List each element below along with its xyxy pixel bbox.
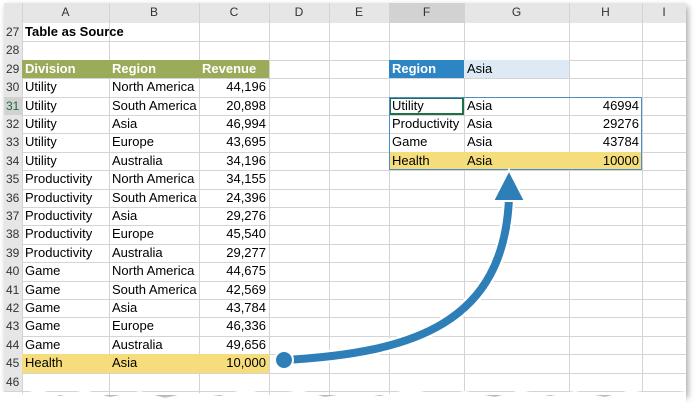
- source-cell[interactable]: 20,898: [199, 97, 269, 115]
- source-cell[interactable]: Asia: [109, 299, 199, 317]
- row-header-42[interactable]: 42: [4, 299, 22, 318]
- select-all-corner[interactable]: [4, 3, 22, 23]
- row-header-34[interactable]: 34: [4, 151, 22, 171]
- source-cell[interactable]: Asia: [109, 354, 199, 373]
- source-cell[interactable]: 10,000: [199, 354, 269, 373]
- source-cell[interactable]: Australia: [109, 244, 199, 262]
- gridline: [4, 372, 686, 374]
- source-cell[interactable]: Productivity: [22, 244, 109, 262]
- row-header-38[interactable]: 38: [4, 225, 22, 244]
- source-cell[interactable]: 45,540: [199, 225, 269, 243]
- source-cell[interactable]: 42,569: [199, 281, 269, 299]
- source-cell[interactable]: Game: [22, 281, 109, 299]
- source-header-revenue[interactable]: Revenue: [199, 59, 269, 79]
- source-cell[interactable]: South America: [109, 281, 199, 299]
- filter-value[interactable]: Asia: [464, 59, 569, 79]
- spreadsheet: A B C D E F G H I 27 28 29 30 31 32 33 34 35 36 37 38 39 40 41 4…: [4, 3, 686, 395]
- source-cell[interactable]: Asia: [109, 207, 199, 225]
- torn-edge: [0, 389, 686, 411]
- column-header-F[interactable]: F: [389, 3, 464, 23]
- source-cell[interactable]: 29,277: [199, 244, 269, 262]
- column-header-B[interactable]: B: [109, 3, 199, 23]
- source-cell[interactable]: South America: [109, 97, 199, 115]
- row-header-30[interactable]: 30: [4, 78, 22, 97]
- source-cell[interactable]: 43,695: [199, 133, 269, 151]
- result-table-border: [389, 96, 642, 171]
- source-cell[interactable]: Utility: [22, 78, 109, 96]
- column-header-I[interactable]: I: [642, 3, 686, 23]
- row-header-33[interactable]: 33: [4, 133, 22, 152]
- source-cell[interactable]: Health: [22, 354, 109, 373]
- source-cell[interactable]: Australia: [109, 152, 199, 170]
- source-cell[interactable]: Utility: [22, 133, 109, 151]
- source-cell[interactable]: North America: [109, 262, 199, 280]
- source-cell[interactable]: Productivity: [22, 170, 109, 188]
- row-header-31[interactable]: 31: [4, 96, 22, 115]
- row-header-39[interactable]: 39: [4, 243, 22, 263]
- source-cell[interactable]: 46,336: [199, 317, 269, 335]
- source-cell[interactable]: Game: [22, 317, 109, 335]
- row-header-28[interactable]: 28: [4, 41, 22, 60]
- source-cell[interactable]: Utility: [22, 115, 109, 133]
- source-cell[interactable]: 49,656: [199, 336, 269, 354]
- row-header-43[interactable]: 43: [4, 317, 22, 336]
- source-cell[interactable]: 43,784: [199, 299, 269, 317]
- source-cell[interactable]: Game: [22, 262, 109, 280]
- arrow-head: [491, 167, 527, 202]
- source-cell[interactable]: Productivity: [22, 189, 109, 207]
- source-header-division[interactable]: Division: [22, 59, 109, 79]
- source-cell[interactable]: 34,155: [199, 170, 269, 188]
- column-header-A[interactable]: A: [22, 3, 109, 23]
- column-header-H[interactable]: H: [569, 3, 642, 23]
- source-cell[interactable]: North America: [109, 170, 199, 188]
- column-header-D[interactable]: D: [269, 3, 329, 23]
- source-cell[interactable]: 44,196: [199, 78, 269, 96]
- row-header-29[interactable]: 29: [4, 59, 22, 79]
- source-cell[interactable]: Asia: [109, 115, 199, 133]
- source-cell[interactable]: 29,276: [199, 207, 269, 225]
- column-header-E[interactable]: E: [329, 3, 389, 23]
- sheet-title[interactable]: Table as Source: [22, 23, 202, 41]
- column-header-C[interactable]: C: [199, 3, 269, 23]
- source-cell[interactable]: Europe: [109, 317, 199, 335]
- row-header-44[interactable]: 44: [4, 335, 22, 355]
- filter-label[interactable]: Region: [389, 59, 464, 79]
- source-cell[interactable]: Australia: [109, 336, 199, 354]
- source-cell[interactable]: Europe: [109, 225, 199, 243]
- source-cell[interactable]: 46,994: [199, 115, 269, 133]
- source-cell[interactable]: Productivity: [22, 207, 109, 225]
- source-cell[interactable]: North America: [109, 78, 199, 96]
- source-cell[interactable]: Game: [22, 299, 109, 317]
- row-header-37[interactable]: 37: [4, 207, 22, 226]
- source-cell[interactable]: 34,196: [199, 152, 269, 170]
- row-header-32[interactable]: 32: [4, 115, 22, 134]
- row-header-35[interactable]: 35: [4, 170, 22, 189]
- source-cell[interactable]: Utility: [22, 97, 109, 115]
- row-header-45[interactable]: 45: [4, 354, 22, 373]
- gridline: [4, 41, 686, 43]
- row-header-36[interactable]: 36: [4, 188, 22, 207]
- source-cell[interactable]: Europe: [109, 133, 199, 151]
- source-cell[interactable]: Productivity: [22, 225, 109, 243]
- row-header-41[interactable]: 41: [4, 280, 22, 299]
- source-cell[interactable]: Game: [22, 336, 109, 354]
- source-cell[interactable]: Utility: [22, 152, 109, 170]
- source-header-region[interactable]: Region: [109, 59, 199, 79]
- row-header-40[interactable]: 40: [4, 262, 22, 281]
- source-cell[interactable]: South America: [109, 189, 199, 207]
- row-header-27[interactable]: 27: [4, 23, 22, 42]
- source-cell[interactable]: 44,675: [199, 262, 269, 280]
- source-cell[interactable]: 24,396: [199, 189, 269, 207]
- column-header-G[interactable]: G: [464, 3, 569, 23]
